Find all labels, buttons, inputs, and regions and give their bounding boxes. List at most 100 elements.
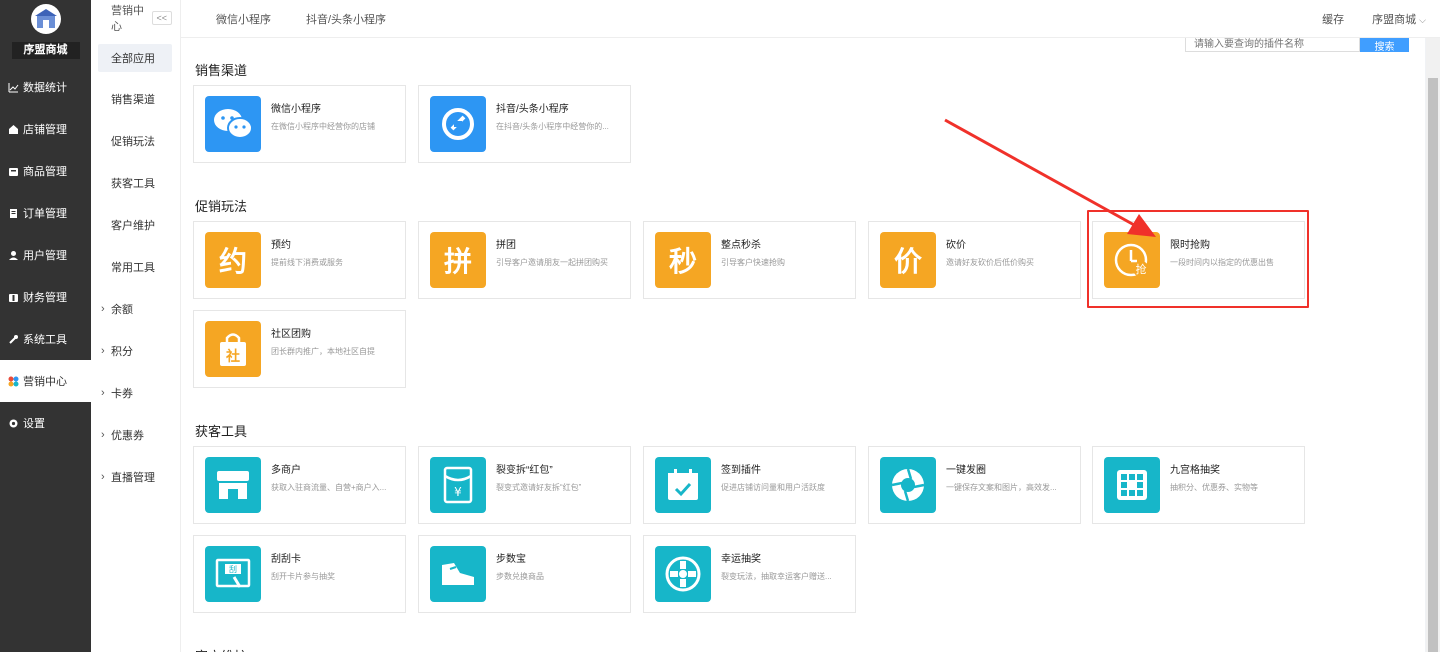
app-card-name: 幸运抽奖 [721, 554, 761, 565]
app-card-text: 抖音/头条小程序 在抖音/头条小程序中经营你的... [496, 100, 630, 132]
app-card[interactable]: 价砍价 邀请好友砍价后低价购买 [868, 221, 1081, 299]
sub-expand-item-3[interactable]: › 优惠券 [91, 414, 180, 456]
sidebar-item-4[interactable]: 用户管理 [0, 234, 91, 276]
app-card-text: 限时抢购 一段时间内以指定的优惠出售 [1170, 236, 1304, 268]
top-right-actions: 缓存 序盟商城 ⌵ [1294, 11, 1440, 27]
app-card[interactable]: 抢 限时抢购 一段时间内以指定的优惠出售 [1092, 221, 1305, 299]
app-card-desc: 获取入驻商流量、自营+商户入... [271, 483, 387, 492]
shop-selector[interactable]: 序盟商城 ⌵ [1372, 11, 1426, 27]
app-card[interactable]: 步数宝 步数兑换商品 [418, 535, 631, 613]
app-card[interactable]: 刮 刮刮卡 刮开卡片参与抽奖 [193, 535, 406, 613]
app-card-name: 步数宝 [496, 554, 526, 565]
sub-expand-label: 余额 [111, 304, 133, 316]
sub-item-0[interactable]: 全部应用 [98, 44, 172, 72]
yue-icon: 约 [205, 232, 261, 288]
app-card-name: 多商户 [271, 465, 301, 476]
app-card-desc: 抽积分、优惠券、实物等 [1170, 483, 1258, 492]
sidebar-item-label: 财务管理 [23, 292, 67, 304]
app-card-text: 幸运抽奖 裂变玩法，抽取幸运客户赠送... [721, 550, 855, 582]
sidebar-item-0[interactable]: 数据统计 [0, 66, 91, 108]
app-card-desc: 在微信小程序中经营你的店铺 [271, 122, 375, 131]
search-input[interactable] [1185, 38, 1360, 52]
app-card[interactable]: 社 社区团购 团长群内推广，本地社区自提 [193, 310, 406, 388]
collapse-button[interactable]: << [151, 11, 172, 25]
app-card-desc: 在抖音/头条小程序中经营你的... [496, 122, 609, 131]
app-card[interactable]: 多商户获取入驻商流量、自营+商户入... [193, 446, 406, 524]
sidebar-item-label: 系统工具 [23, 334, 67, 346]
app-card-desc: 一键保存文案和图片，高效发... [946, 483, 1057, 492]
app-card-text: 一键发圈 一键保存文案和图片，高效发... [946, 461, 1080, 493]
sub-expand-item-1[interactable]: › 积分 [91, 330, 180, 372]
app-card-name: 砍价 [946, 240, 966, 251]
app-card-text: 整点秒杀引导客户快速抢购 [721, 236, 855, 268]
section-title-2: 获客工具 [195, 424, 248, 439]
app-card[interactable]: 微信小程序 在微信小程序中经营你的店铺 [193, 85, 406, 163]
app-card[interactable]: 秒整点秒杀引导客户快速抢购 [643, 221, 856, 299]
sidebar-item-label: 订单管理 [23, 208, 67, 220]
miao-icon: 秒 [655, 232, 711, 288]
section-title-3: 客户维护 [195, 646, 247, 652]
grid-icon [1104, 457, 1160, 513]
app-card[interactable]: 抖音/头条小程序 在抖音/头条小程序中经营你的... [418, 85, 631, 163]
sub-item-1[interactable]: 销售渠道 [91, 78, 180, 120]
goods-icon [8, 166, 19, 177]
app-card-name: 九宫格抽奖 [1170, 465, 1220, 476]
app-card[interactable]: 约预约 提前线下消费或服务 [193, 221, 406, 299]
app-card-text: 签到插件促进店铺访问量和用户活跃度 [721, 461, 855, 493]
search-button[interactable]: 搜索 [1360, 38, 1409, 53]
app-card[interactable]: 幸运抽奖 裂变玩法，抽取幸运客户赠送... [643, 535, 856, 613]
sub-item-4[interactable]: 客户维护 [91, 204, 180, 246]
marketing-icon [8, 376, 19, 387]
app-card-text: 步数宝 步数兑换商品 [496, 550, 630, 582]
app-card[interactable]: 九宫格抽奖抽积分、优惠券、实物等 [1092, 446, 1305, 524]
app-card[interactable]: 签到插件促进店铺访问量和用户活跃度 [643, 446, 856, 524]
app-card[interactable]: 拼拼团 引导客户邀请朋友一起拼团购买 [418, 221, 631, 299]
scrollbar-thumb[interactable] [1428, 78, 1438, 652]
tab-wechat-miniapp[interactable]: 微信小程序 [216, 11, 271, 27]
sidebar-item-1[interactable]: 店铺管理 [0, 108, 91, 150]
sidebar-item-5[interactable]: 财务管理 [0, 276, 91, 318]
sub-item-3[interactable]: 获客工具 [91, 162, 180, 204]
scrollbar[interactable] [1426, 38, 1440, 652]
icon-glyph: 拼 [443, 245, 472, 278]
sidebar-item-3[interactable]: 订单管理 [0, 192, 91, 234]
tab-douyin-miniapp[interactable]: 抖音/头条小程序 [306, 11, 386, 27]
app-card-desc: 促进店铺访问量和用户活跃度 [721, 483, 825, 492]
top-bar: 微信小程序 抖音/头条小程序 缓存 序盟商城 ⌵ [181, 0, 1440, 38]
sub-item-5[interactable]: 常用工具 [91, 246, 180, 288]
shop-logo-icon[interactable] [30, 4, 61, 34]
sub-expand-item-4[interactable]: › 直播管理 [91, 456, 180, 498]
shop-icon [8, 124, 19, 135]
sub-expand-item-2[interactable]: › 卡券 [91, 372, 180, 414]
douyin-icon [430, 96, 486, 152]
sidebar-item-7[interactable]: 营销中心 [0, 360, 91, 402]
chevron-right-icon: › [101, 387, 105, 399]
app-card-name: 整点秒杀 [721, 240, 761, 251]
sidebar-item-6[interactable]: 系统工具 [0, 318, 91, 360]
sidebar-item-label: 营销中心 [23, 376, 67, 388]
app-card[interactable]: 一键发圈 一键保存文案和图片，高效发... [868, 446, 1081, 524]
app-card-name: 签到插件 [721, 465, 761, 476]
app-card-desc: 步数兑换商品 [496, 572, 544, 581]
calendar-icon [655, 457, 711, 513]
pintuan-icon: 拼 [430, 232, 486, 288]
chevron-down-icon: ⌵ [1419, 14, 1426, 25]
sub-item-2[interactable]: 促销玩法 [91, 120, 180, 162]
chart-icon [8, 82, 19, 93]
sidebar-item-8[interactable]: 设置 [0, 402, 91, 444]
app-center-content: 搜索 销售渠道微信小程序在微信小程序中经营你的店铺 抖音/头条小程序在抖音/头条小… [181, 38, 1425, 652]
cache-button[interactable]: 缓存 [1322, 11, 1344, 27]
sub-expand-item-0[interactable]: › 余额 [91, 288, 180, 330]
app-card-desc: 引导客户快速抢购 [721, 258, 785, 267]
app-card-text: 预约 提前线下消费或服务 [271, 236, 405, 268]
app-card[interactable]: ¥ 裂变拆“红包” 裂变式邀请好友拆“红包” [418, 446, 631, 524]
icon-glyph: 价 [893, 245, 922, 278]
sub-sidebar-title: 营销中心 [111, 5, 144, 33]
finance-icon [8, 292, 19, 303]
chevron-right-icon: › [101, 345, 105, 357]
app-card-text: 九宫格抽奖抽积分、优惠券、实物等 [1170, 461, 1304, 493]
icon-glyph: 约 [218, 245, 247, 278]
sidebar-item-2[interactable]: 商品管理 [0, 150, 91, 192]
app-card-text: 拼团 引导客户邀请朋友一起拼团购买 [496, 236, 630, 268]
sub-sidebar: 营销中心 << 全部应用 销售渠道 促销玩法 获客工具 客户维护 常用工具 › 余额 › 积分 › 卡… [91, 0, 181, 652]
